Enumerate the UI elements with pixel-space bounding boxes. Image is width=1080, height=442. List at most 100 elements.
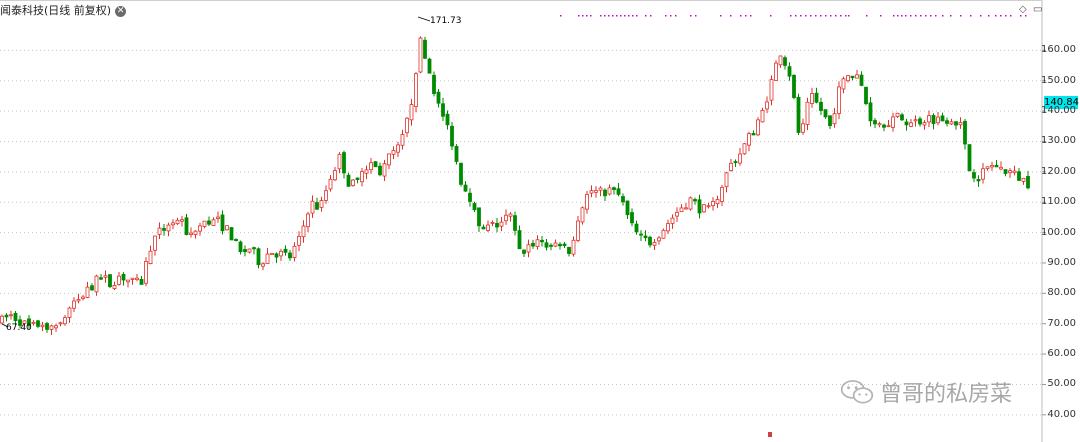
up-candle[interactable] — [112, 281, 117, 290]
up-candle[interactable] — [778, 55, 783, 68]
down-candle[interactable] — [945, 117, 949, 127]
down-candle[interactable] — [468, 188, 472, 207]
down-candle[interactable] — [481, 224, 486, 230]
down-candle[interactable] — [220, 210, 225, 235]
up-candle[interactable] — [225, 225, 229, 231]
down-candle[interactable] — [868, 96, 873, 127]
down-candle[interactable] — [463, 181, 468, 192]
down-candle[interactable] — [625, 200, 630, 220]
up-candle[interactable] — [166, 222, 171, 237]
down-candle[interactable] — [859, 71, 864, 87]
up-candle[interactable] — [9, 310, 13, 320]
up-candle[interactable] — [729, 158, 733, 172]
up-candle[interactable] — [801, 118, 805, 135]
up-candle[interactable] — [405, 117, 409, 138]
down-candle[interactable] — [751, 130, 756, 136]
up-candle[interactable] — [1012, 165, 1017, 176]
up-candle[interactable] — [72, 297, 76, 313]
up-candle[interactable] — [409, 98, 414, 126]
down-candle[interactable] — [828, 115, 832, 130]
up-candle[interactable] — [157, 222, 162, 240]
up-candle[interactable] — [270, 252, 274, 255]
down-candle[interactable] — [346, 172, 351, 187]
up-candle[interactable] — [760, 107, 765, 123]
up-candle[interactable] — [171, 219, 175, 230]
down-candle[interactable] — [342, 150, 346, 179]
up-candle[interactable] — [742, 143, 747, 155]
up-candle[interactable] — [810, 87, 814, 108]
up-candle[interactable] — [135, 273, 139, 282]
up-candle[interactable] — [679, 204, 684, 213]
down-candle[interactable] — [90, 283, 94, 291]
up-candle[interactable] — [594, 186, 598, 198]
down-candle[interactable] — [355, 177, 360, 184]
up-candle[interactable] — [585, 190, 589, 214]
up-candle[interactable] — [661, 228, 666, 239]
up-candle[interactable] — [193, 230, 198, 239]
down-candle[interactable] — [4, 313, 9, 322]
down-candle[interactable] — [931, 113, 936, 130]
up-candle[interactable] — [999, 161, 1003, 171]
down-candle[interactable] — [697, 194, 702, 219]
down-candle[interactable] — [472, 201, 477, 213]
up-candle[interactable] — [63, 314, 67, 326]
down-candle[interactable] — [45, 321, 49, 333]
up-candle[interactable] — [94, 274, 99, 296]
down-candle[interactable] — [567, 246, 571, 257]
up-candle[interactable] — [855, 69, 859, 79]
up-candle[interactable] — [400, 129, 405, 150]
down-candle[interactable] — [229, 227, 234, 241]
down-candle[interactable] — [139, 275, 144, 285]
down-candle[interactable] — [256, 247, 261, 269]
up-candle[interactable] — [949, 118, 954, 126]
down-candle[interactable] — [495, 217, 499, 233]
up-candle[interactable] — [832, 107, 837, 128]
up-candle[interactable] — [598, 186, 603, 197]
up-candle[interactable] — [153, 235, 157, 256]
up-candle[interactable] — [720, 185, 724, 207]
down-candle[interactable] — [1026, 170, 1030, 190]
up-candle[interactable] — [909, 118, 913, 128]
down-candle[interactable] — [864, 86, 868, 106]
down-candle[interactable] — [108, 274, 112, 289]
up-candle[interactable] — [490, 220, 495, 227]
up-candle[interactable] — [337, 152, 342, 173]
up-candle[interactable] — [684, 202, 688, 210]
down-candle[interactable] — [787, 62, 792, 81]
up-candle[interactable] — [391, 146, 396, 160]
up-candle[interactable] — [589, 185, 594, 198]
up-candle[interactable] — [688, 196, 693, 211]
down-candle[interactable] — [459, 162, 463, 187]
window-icon[interactable]: ▭ — [1033, 4, 1042, 15]
down-candle[interactable] — [1017, 167, 1021, 181]
up-candle[interactable] — [670, 214, 675, 229]
down-candle[interactable] — [441, 97, 445, 121]
up-candle[interactable] — [360, 167, 364, 187]
down-candle[interactable] — [823, 109, 828, 119]
up-candle[interactable] — [535, 235, 540, 250]
up-candle[interactable] — [576, 215, 580, 243]
down-candle[interactable] — [882, 123, 886, 132]
up-candle[interactable] — [769, 75, 774, 106]
down-candle[interactable] — [544, 239, 549, 251]
up-candle[interactable] — [319, 196, 324, 212]
up-candle[interactable] — [895, 112, 900, 119]
down-candle[interactable] — [814, 87, 819, 104]
down-candle[interactable] — [616, 182, 621, 197]
up-candle[interactable] — [328, 175, 333, 192]
up-candle[interactable] — [85, 281, 90, 299]
up-candle[interactable] — [396, 141, 400, 158]
up-candle[interactable] — [1021, 177, 1026, 185]
down-candle[interactable] — [639, 230, 643, 242]
down-candle[interactable] — [963, 118, 967, 150]
up-candle[interactable] — [922, 120, 927, 130]
up-candle[interactable] — [553, 239, 558, 248]
up-candle[interactable] — [364, 165, 369, 180]
down-candle[interactable] — [445, 110, 450, 130]
up-candle[interactable] — [927, 110, 931, 128]
down-candle[interactable] — [819, 97, 823, 116]
up-candle[interactable] — [310, 195, 315, 218]
up-candle[interactable] — [702, 204, 706, 213]
up-candle[interactable] — [580, 206, 585, 225]
up-candle[interactable] — [58, 321, 63, 327]
